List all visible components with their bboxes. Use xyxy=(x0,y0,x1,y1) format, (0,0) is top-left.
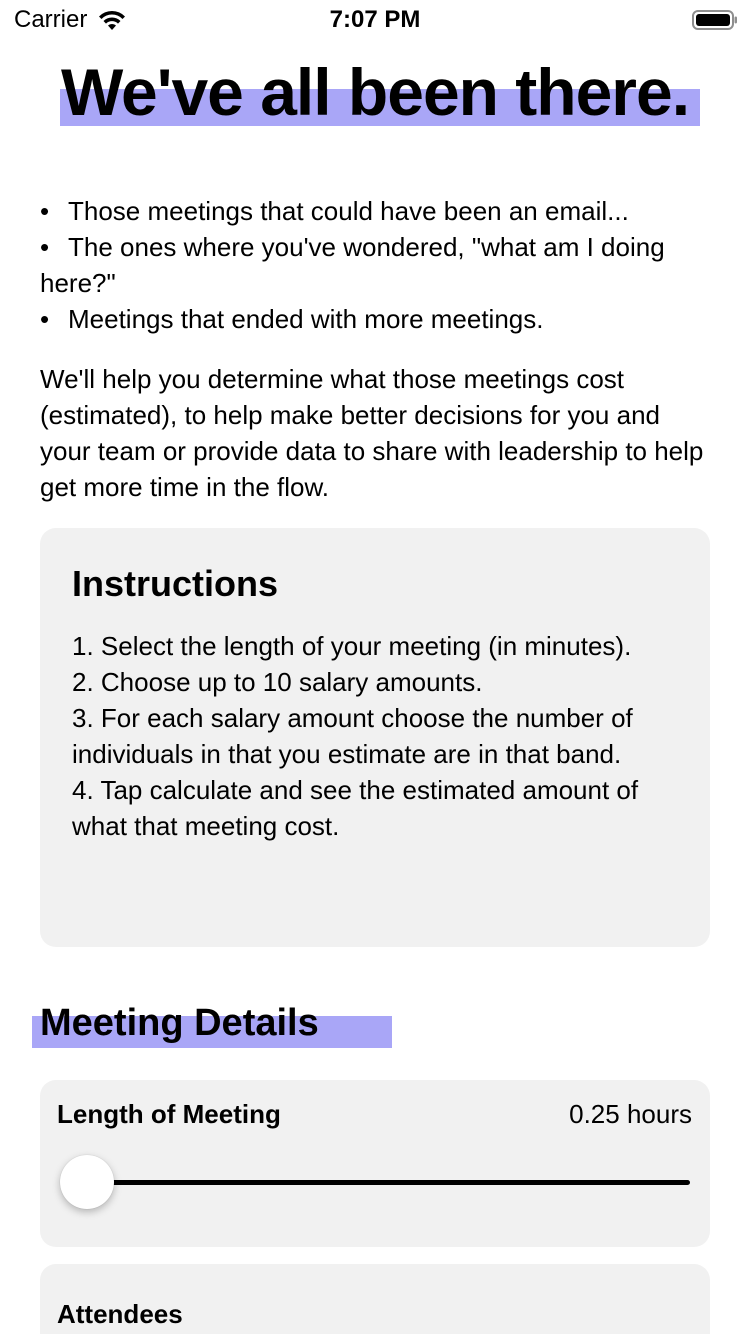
bullet-icon: • xyxy=(40,304,50,334)
list-item: • Those meetings that could have been an … xyxy=(40,193,710,229)
meeting-length-value: 0.25 hours xyxy=(569,1099,692,1129)
pain-points-list: • Those meetings that could have been an … xyxy=(40,193,710,337)
meeting-length-slider[interactable] xyxy=(88,1180,690,1185)
attendees-label: Attendees xyxy=(57,1299,183,1329)
status-bar: Carrier 7:07 PM xyxy=(0,0,750,40)
meeting-length-card: Length of Meeting 0.25 hours xyxy=(40,1080,710,1247)
attendees-card: Attendees xyxy=(40,1264,710,1334)
instruction-step: 4. Tap calculate and see the estimated a… xyxy=(72,775,639,841)
meeting-details-title: Meeting Details xyxy=(40,1002,319,1044)
list-item-text: Those meetings that could have been an e… xyxy=(68,196,629,226)
slider-thumb[interactable] xyxy=(60,1155,114,1209)
instruction-step: 1. Select the length of your meeting (in… xyxy=(72,631,632,661)
clock: 7:07 PM xyxy=(329,6,421,33)
instructions-card: Instructions 1. Select the length of you… xyxy=(40,528,710,947)
meeting-length-label: Length of Meeting xyxy=(57,1099,281,1129)
instruction-step: 2. Choose up to 10 salary amounts. xyxy=(72,667,483,697)
bullet-icon: • xyxy=(40,196,50,226)
intro-paragraph: We'll help you determine what those meet… xyxy=(40,364,704,502)
screen: Carrier 7:07 PM We've all been there. • T… xyxy=(0,0,750,1334)
bullet-icon: • xyxy=(40,232,50,262)
battery-icon xyxy=(692,10,737,30)
instructions-title: Instructions xyxy=(72,563,279,604)
hero-title: We've all been there. xyxy=(60,55,690,129)
list-item-text: Meetings that ended with more meetings. xyxy=(68,304,544,334)
list-item-text: The ones where you've wondered, "what am… xyxy=(40,232,665,298)
list-item: • Meetings that ended with more meetings. xyxy=(40,301,710,337)
instructions-steps: 1. Select the length of your meeting (in… xyxy=(72,628,692,844)
instruction-step: 3. For each salary amount choose the num… xyxy=(72,703,633,769)
list-item: • The ones where you've wondered, "what a… xyxy=(40,229,710,301)
